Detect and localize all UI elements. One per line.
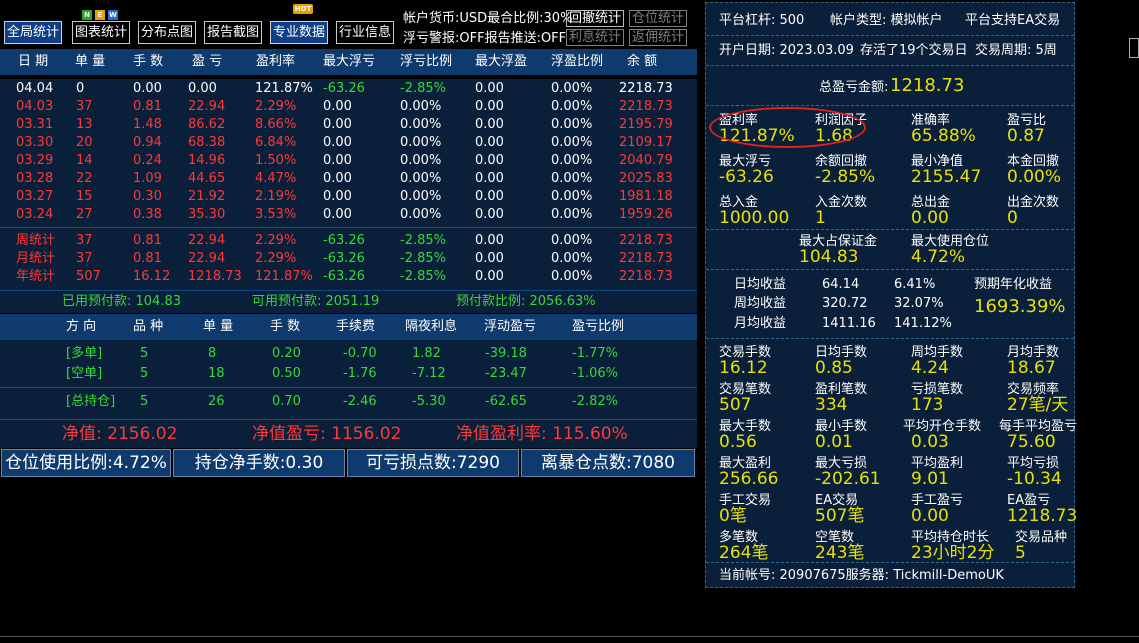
table-row: [空单] 5 18 0.50 -1.76 -7.12 -23.47 -1.06% [66, 366, 618, 381]
col-date: 日 期 [18, 54, 49, 69]
table-row: 04.04 0 0.00 0.00 121.87% -63.26 -2.85% … [16, 81, 673, 96]
col-float-loss-ratio: 浮亏比例 [400, 54, 453, 69]
account-line-1: 平台杠杆: 500 帐户类型: 模拟帐户 平台支持EA交易 [706, 3, 1074, 36]
history-table-body: 04.04 0 0.00 0.00 121.87% -63.26 -2.85% … [0, 79, 697, 227]
total-pl-row: 总盈亏金额: 1218.73 [706, 66, 1074, 106]
account-type: 帐户类型: 模拟帐户 [830, 13, 943, 28]
alert-info: 浮亏警报:OFF报告推送:OFF [403, 31, 567, 46]
total-pl-value: 1218.73 [890, 75, 965, 96]
global-stats-button[interactable]: 全局统计 [4, 21, 62, 44]
interest-stats-button[interactable]: 利息统计 [566, 29, 625, 46]
chart-time-axis [0, 608, 1139, 643]
used-advance: 已用预付款: 104.83 [62, 294, 181, 309]
summary-row-year: 年统计 507 16.12 1218.73 121.87% -63.26 -2.… [16, 269, 673, 284]
report-left-panel: 全局统计 N E W 图表统计 分布点图 报告截图 HOT 专业数据 行业信息 … [0, 0, 697, 478]
platform-leverage: 平台杠杆: 500 [719, 13, 805, 28]
net-lots-box: 持仓净手数:0.30 [173, 449, 345, 477]
table-row: 04.03 37 0.81 22.94 2.29% 0.00 0.00% 0.0… [16, 99, 673, 114]
available-advance: 可用预付款: 2051.19 [252, 294, 380, 309]
advance-payment-row: 已用预付款: 104.83 可用预付款: 2051.19 预付款比例: 2056… [0, 291, 697, 313]
net-value-row: 净值: 2156.02 净值盈亏: 1156.02 净值盈利率: 115.60% [0, 420, 697, 448]
annual-return-label: 预期年化收益 [974, 277, 1053, 292]
total-pl-label: 总盈亏金额: [819, 80, 889, 95]
new-badge-e: E [95, 10, 105, 20]
history-table-header: 日 期 单 量 手 数 盈 亏 盈利率 最大浮亏 浮亏比例 最大浮盈 浮盈比例 … [0, 49, 697, 75]
account-currency-info: 帐户货币:USD最合比例:30% [403, 11, 573, 26]
highlight-oval [709, 107, 866, 148]
open-date: 开户日期: 2023.03.09 [719, 43, 854, 58]
account-summary-panel: 平台杠杆: 500 帐户类型: 模拟帐户 平台支持EA交易 开户日期: 2023… [705, 2, 1077, 588]
ea-support: 平台支持EA交易 [965, 13, 1061, 28]
margin-usage-row: 最大占保证金 104.83 最大使用仓位 4.72% [706, 230, 1074, 270]
hot-badge: HOT [293, 4, 313, 14]
total-position-row: [总持仓] 5 26 0.70 -2.46 -5.30 -62.65 -2.82… [66, 394, 618, 409]
account-line-2: 开户日期: 2023.03.09 存活了19个交易日 交易周期: 5周 [706, 36, 1074, 66]
chart-stats-button[interactable]: 图表统计 [72, 21, 130, 44]
table-row: 03.30 20 0.94 68.38 6.84% 0.00 0.00% 0.0… [16, 135, 673, 150]
trade-cycle: 交易周期: 5周 [975, 43, 1057, 58]
col-float-profit-ratio: 浮盈比例 [551, 54, 604, 69]
positions-table-header: 方 向 品 种 单 量 手 数 手续费 隔夜利息 浮动盈亏 盈亏比例 [0, 314, 697, 340]
position-usage-box: 仓位使用比例:4.72% [1, 449, 171, 477]
net-profit: 净值盈亏: 1156.02 [252, 424, 402, 444]
drawdown-stats-button[interactable]: 回撤统计 [566, 10, 625, 27]
average-income-section: 日均收益 64.14 6.41% 周均收益 320.72 32.07% 月均收益… [706, 270, 1074, 339]
net-profit-rate: 净值盈利率: 115.60% [456, 424, 628, 444]
table-row: 03.24 27 0.38 35.30 3.53% 0.00 0.00% 0.0… [16, 207, 673, 222]
position-stats-button[interactable]: 仓位统计 [629, 10, 688, 27]
col-profit-rate: 盈利率 [256, 54, 296, 69]
net-value: 净值: 2156.02 [62, 424, 178, 444]
positions-table-body: [多单] 5 8 0.20 -0.70 1.82 -39.18 -1.77% [… [0, 340, 697, 390]
side-scroll-handle[interactable] [1129, 38, 1139, 58]
new-badge-w: W [108, 10, 118, 20]
metrics-grid-2: 交易手数 16.12 日均手数 0.85 周均手数 4.24 月均手数 18.6… [706, 339, 1077, 563]
account-server-info: 当前帐号: 20907675服务器: Tickmill-DemoUK [719, 568, 1004, 583]
stats-bar: 仓位使用比例:4.72% 持仓净手数:0.30 可亏损点数:7290 离暴仓点数… [0, 448, 697, 478]
table-row: [多单] 5 8 0.20 -0.70 1.82 -39.18 -1.77% [66, 346, 618, 361]
pro-data-button[interactable]: 专业数据 [270, 21, 328, 44]
axis-line [0, 636, 1139, 637]
annual-return-value: 1693.39% [974, 296, 1066, 317]
distribution-chart-button[interactable]: 分布点图 [138, 21, 196, 44]
report-screenshot-button[interactable]: 报告截图 [204, 21, 262, 44]
rebate-stats-button[interactable]: 返佣统计 [629, 29, 688, 46]
table-row: 03.27 15 0.30 21.92 2.19% 0.00 0.00% 0.0… [16, 189, 673, 204]
margin-call-points-box: 离暴仓点数:7080 [521, 449, 695, 477]
account-footer: 当前帐号: 20907675服务器: Tickmill-DemoUK [706, 563, 1074, 587]
table-row: 03.31 13 1.48 86.62 8.66% 0.00 0.00% 0.0… [16, 117, 673, 132]
col-max-float-loss: 最大浮亏 [323, 54, 376, 69]
col-max-float-profit: 最大浮盈 [475, 54, 528, 69]
summary-table: 周统计 37 0.81 22.94 2.29% -63.26 -2.85% 0.… [0, 228, 697, 290]
col-lots: 手 数 [133, 54, 164, 69]
table-row: 03.28 22 1.09 44.65 4.47% 0.00 0.00% 0.0… [16, 171, 673, 186]
total-position-table: [总持仓] 5 26 0.70 -2.46 -5.30 -62.65 -2.82… [0, 388, 697, 420]
loss-points-box: 可亏损点数:7290 [347, 449, 519, 477]
advance-ratio: 预付款比例: 2056.63% [456, 294, 596, 309]
summary-row-month: 月统计 37 0.81 22.94 2.29% -63.26 -2.85% 0.… [16, 251, 673, 266]
col-orders: 单 量 [75, 54, 106, 69]
survival-days: 存活了19个交易日 [860, 43, 968, 58]
table-row: 03.29 14 0.24 14.96 1.50% 0.00 0.00% 0.0… [16, 153, 673, 168]
summary-row-week: 周统计 37 0.81 22.94 2.29% -63.26 -2.85% 0.… [16, 233, 673, 248]
new-badge-n: N [82, 10, 92, 20]
col-balance: 余 额 [627, 54, 658, 69]
toolbar: 全局统计 N E W 图表统计 分布点图 报告截图 HOT 专业数据 行业信息 … [0, 0, 697, 48]
col-pl: 盈 亏 [192, 54, 223, 69]
industry-info-button[interactable]: 行业信息 [336, 21, 394, 44]
